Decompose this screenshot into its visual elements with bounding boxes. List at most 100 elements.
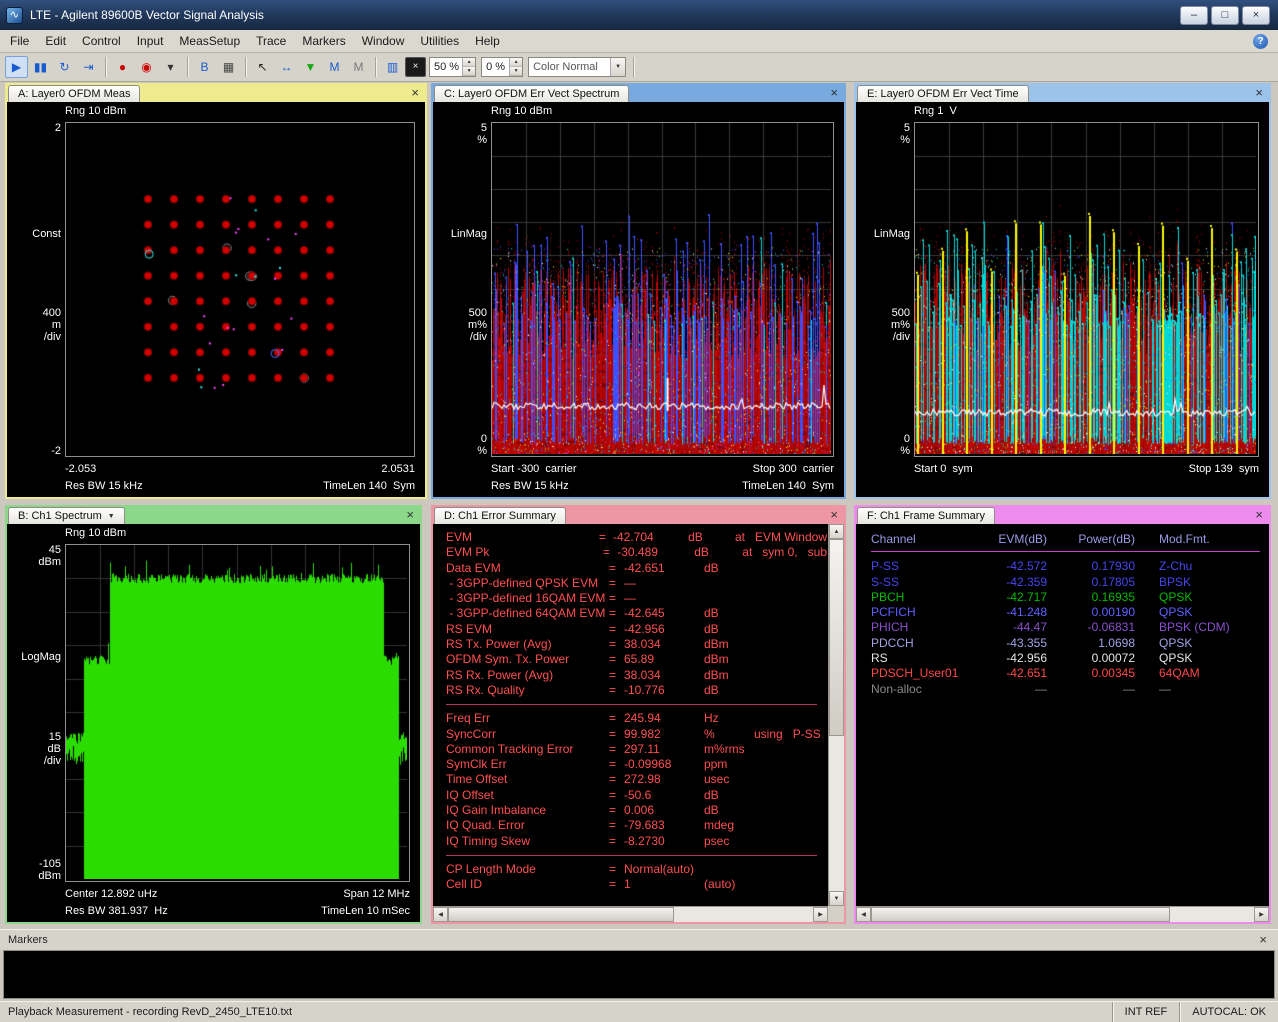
offset-spinner-up-icon[interactable]: ▲ [510, 58, 522, 67]
panel-e-close-icon[interactable]: × [1252, 85, 1266, 102]
equals-sign: = [609, 622, 624, 637]
scrollbar-track[interactable] [829, 539, 844, 891]
summary-row: CP Length Mode=Normal(auto) [446, 862, 827, 877]
panel-b-title: B: Ch1 Spectrum [18, 510, 102, 522]
scroll-left-icon[interactable]: ◀ [856, 907, 871, 922]
panel-d-close-icon[interactable]: × [827, 507, 841, 524]
scroll-left-icon[interactable]: ◀ [433, 907, 448, 922]
panel-f-close-icon[interactable]: × [1252, 507, 1266, 524]
panel-b-tab[interactable]: B: Ch1 Spectrum ▼ [8, 507, 125, 524]
transparency-spinner[interactable]: 50 %▲▼ [429, 57, 476, 77]
marker-m1-button[interactable]: M [323, 56, 346, 78]
summary-unit: psec [704, 834, 754, 849]
summary-row: SymClk Err=-0.09968ppm [446, 757, 827, 772]
restart-button[interactable]: ↻ [53, 56, 76, 78]
pause-button[interactable]: ▮▮ [29, 56, 52, 78]
summary-unit: usec [704, 772, 754, 787]
menu-control[interactable]: Control [74, 30, 129, 52]
summary-label: EVM Pk [446, 545, 603, 560]
summary-label: IQ Timing Skew [446, 834, 609, 849]
vertical-scrollbar[interactable]: ▲ ▼ [828, 524, 844, 906]
menu-file[interactable]: File [2, 30, 37, 52]
equals-sign: = [609, 742, 624, 757]
scrollbar-track[interactable] [871, 907, 1254, 922]
maximize-button[interactable]: □ [1211, 6, 1239, 25]
record-options-dropdown[interactable]: ▾ [159, 56, 182, 78]
panel-d-tab[interactable]: D: Ch1 Error Summary [434, 507, 566, 524]
menu-meassetup[interactable]: MeasSetup [171, 30, 248, 52]
scrollbar-thumb[interactable] [448, 907, 674, 922]
scrollbar-track[interactable] [448, 907, 813, 922]
menu-markers[interactable]: Markers [294, 30, 353, 52]
summary-unit: dBm [704, 652, 754, 667]
panel-b-close-icon[interactable]: × [403, 507, 417, 524]
menu-utilities[interactable]: Utilities [412, 30, 467, 52]
cell-channel: PDCCH [871, 636, 983, 651]
record-setup-button[interactable]: ◉ [135, 56, 158, 78]
summary-row: - 3GPP-defined 16QAM EVM=— [446, 591, 827, 606]
scroll-right-icon[interactable]: ▶ [1254, 907, 1269, 922]
trace-bars-button[interactable]: ▥ [381, 56, 404, 78]
menu-help[interactable]: Help [467, 30, 508, 52]
equals-sign: = [609, 652, 624, 667]
menu-input[interactable]: Input [129, 30, 172, 52]
layout-grid-button[interactable]: ▦ [217, 56, 240, 78]
summary-row: Freq Err=245.94Hz [446, 711, 827, 726]
horizontal-scrollbar[interactable]: ◀ ▶ [856, 906, 1269, 922]
summary-label: SymClk Err [446, 757, 609, 772]
constellation-plot[interactable] [66, 123, 412, 454]
chevron-down-icon[interactable]: ▼ [108, 513, 115, 520]
timelen-label: TimeLen 140 Sym [742, 480, 834, 492]
panel-c-tab[interactable]: C: Layer0 OFDM Err Vect Spectrum [434, 85, 629, 102]
spectrum-plot[interactable] [66, 545, 407, 879]
minimize-button[interactable]: – [1180, 6, 1208, 25]
toolbar-separator [187, 57, 188, 77]
scroll-down-icon[interactable]: ▼ [829, 891, 844, 906]
scrollbar-thumb[interactable] [871, 907, 1170, 922]
peak-search-button[interactable]: ▼ [299, 56, 322, 78]
panel-c-close-icon[interactable]: × [827, 85, 841, 102]
equals-sign: = [609, 711, 624, 726]
close-button[interactable]: × [1242, 6, 1270, 25]
panel-f-tab[interactable]: F: Ch1 Frame Summary [857, 507, 995, 524]
scrollbar-thumb[interactable] [829, 539, 844, 736]
move-marker-button[interactable]: ↔ [275, 56, 298, 78]
scroll-up-icon[interactable]: ▲ [829, 524, 844, 539]
offset-spinner[interactable]: 0 %▲▼ [481, 57, 523, 77]
panel-a-close-icon[interactable]: × [408, 85, 422, 102]
play-button[interactable]: ▶ [5, 56, 28, 78]
cell-modfmt: BPSK [1159, 575, 1268, 590]
summary-row: Time Offset=272.98usec [446, 772, 827, 787]
cell-channel: PDSCH_User01 [871, 666, 983, 681]
single-step-button[interactable]: ⇥ [77, 56, 100, 78]
bold-b-button[interactable]: B [193, 56, 216, 78]
scroll-right-icon[interactable]: ▶ [813, 907, 828, 922]
y-axis-bottom-label: -105 dBm [7, 858, 61, 882]
summary-value: 99.982 [624, 727, 704, 742]
evm-spectrum-plot[interactable] [492, 123, 831, 454]
panel-e-tab[interactable]: E: Layer0 OFDM Err Vect Time [857, 85, 1029, 102]
summary-unit: % [704, 727, 754, 742]
transparency-spinner-down-icon[interactable]: ▼ [463, 67, 475, 76]
summary-row: SyncCorr=99.982%using P-SS [446, 727, 827, 742]
markers-close-icon[interactable]: × [1256, 932, 1270, 949]
record-button[interactable]: ● [111, 56, 134, 78]
pointer-tool-button[interactable]: ↖ [251, 56, 274, 78]
summary-row: EVM Pk=-30.489dBat sym 0, sub [446, 545, 827, 560]
marker-m2-button[interactable]: M [347, 56, 370, 78]
evm-time-plot[interactable] [915, 123, 1256, 454]
summary-label: EVM [446, 530, 599, 545]
help-icon[interactable]: ? [1253, 34, 1268, 49]
horizontal-scrollbar[interactable]: ◀ ▶ [433, 906, 828, 922]
menu-edit[interactable]: Edit [37, 30, 74, 52]
panel-a-tab[interactable]: A: Layer0 OFDM Meas [8, 85, 140, 102]
cell-channel: PHICH [871, 620, 983, 635]
color-mode-select[interactable]: Color Normal▼ [528, 57, 626, 77]
summary-value: -8.2730 [624, 834, 704, 849]
offset-spinner-down-icon[interactable]: ▼ [510, 67, 522, 76]
menu-window[interactable]: Window [354, 30, 413, 52]
transparency-spinner-up-icon[interactable]: ▲ [463, 58, 475, 67]
menu-trace[interactable]: Trace [248, 30, 294, 52]
clear-marker-button[interactable]: × [405, 57, 426, 77]
frame-summary-rows: P-SS-42.5720.17930Z-Chu12S-SS-42.3590.17… [871, 559, 1260, 697]
